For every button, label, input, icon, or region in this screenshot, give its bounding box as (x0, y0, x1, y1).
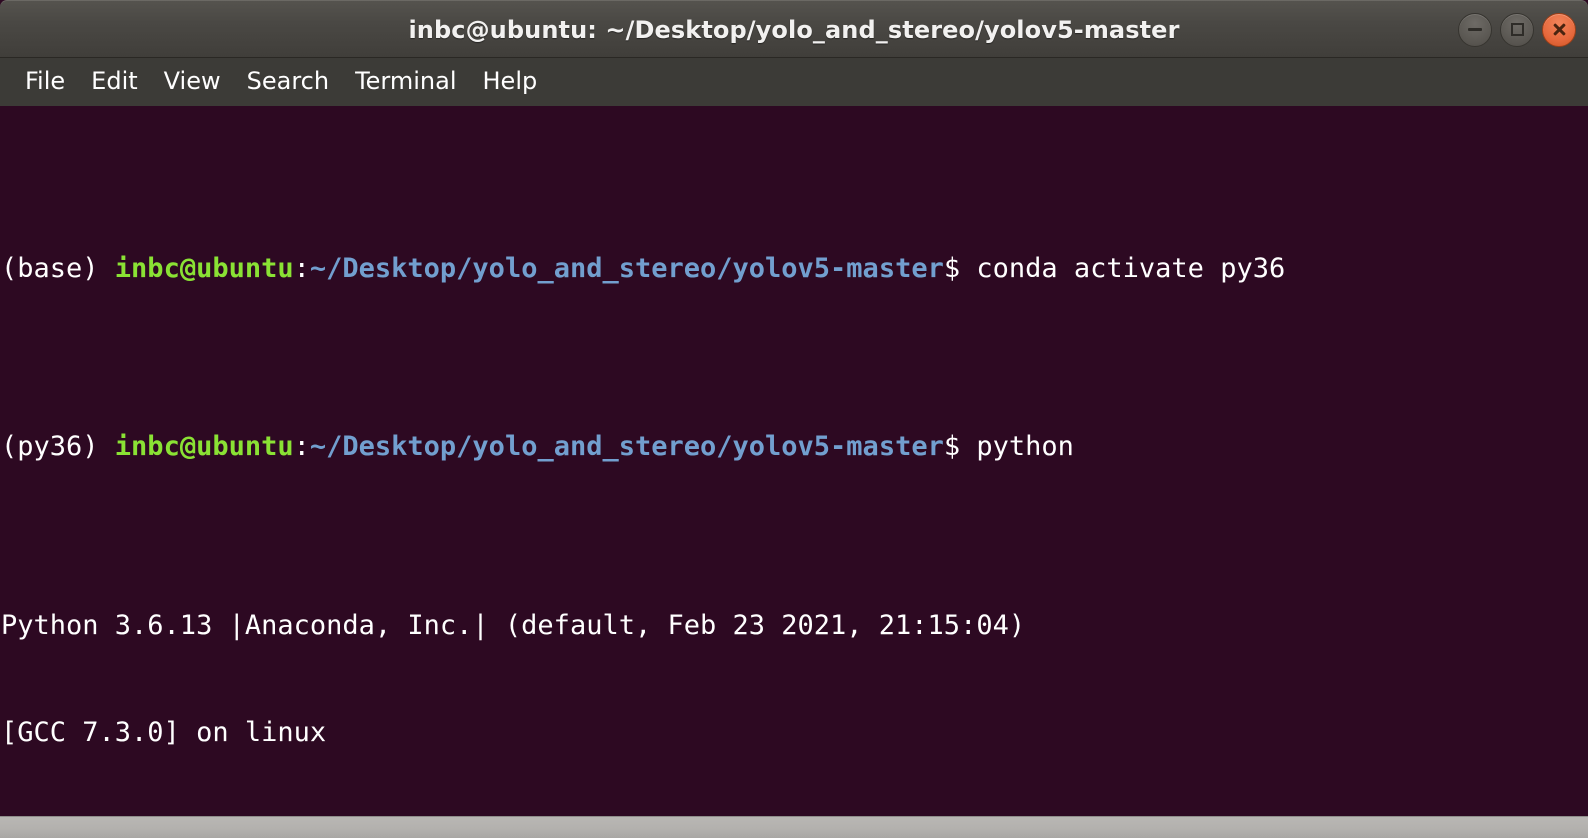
minimize-icon (1468, 28, 1482, 31)
menu-item-view[interactable]: View (151, 65, 234, 99)
maximize-icon (1510, 23, 1524, 36)
desktop-panel-strip (0, 816, 1588, 838)
terminal-window: inbc@ubuntu: ~/Desktop/yolo_and_stereo/y… (0, 0, 1588, 838)
minimize-button[interactable] (1458, 12, 1492, 47)
terminal-line-shell-prompt: (base) inbc@ubuntu:~/Desktop/yolo_and_st… (1, 251, 1588, 287)
shell-command: python (976, 431, 1074, 463)
conda-env-label: (py36) (1, 431, 115, 463)
maximize-button[interactable] (1500, 12, 1534, 47)
window-title: inbc@ubuntu: ~/Desktop/yolo_and_stereo/y… (408, 15, 1180, 44)
terminal-screen[interactable]: (base) inbc@ubuntu:~/Desktop/yolo_and_st… (0, 106, 1588, 816)
menu-item-help[interactable]: Help (470, 65, 551, 99)
menu-item-search[interactable]: Search (234, 65, 342, 99)
close-icon (1552, 22, 1567, 37)
prompt-user-host: inbc@ubuntu (114, 252, 294, 284)
terminal-line-output: Python 3.6.13 |Anaconda, Inc.| (default,… (1, 609, 1026, 641)
prompt-colon: : (293, 431, 310, 463)
conda-env-label: (base) (1, 252, 115, 284)
menu-item-file[interactable]: File (12, 65, 78, 99)
menubar: File Edit View Search Terminal Help (0, 58, 1588, 106)
terminal-text-buffer: (base) inbc@ubuntu:~/Desktop/yolo_and_st… (0, 108, 1588, 816)
menu-item-edit[interactable]: Edit (78, 65, 150, 99)
window-controls (1458, 12, 1576, 47)
terminal-line-output: [GCC 7.3.0] on linux (1, 716, 327, 748)
prompt-user-host: inbc@ubuntu (114, 431, 294, 463)
prompt-path: ~/Desktop/yolo_and_stereo/yolov5-master (309, 431, 944, 463)
close-button[interactable] (1542, 12, 1576, 47)
shell-command: conda activate py36 (976, 252, 1286, 284)
prompt-path: ~/Desktop/yolo_and_stereo/yolov5-master (309, 252, 944, 284)
prompt-sigil: $ (943, 431, 977, 463)
window-titlebar[interactable]: inbc@ubuntu: ~/Desktop/yolo_and_stereo/y… (0, 0, 1588, 58)
menu-item-terminal[interactable]: Terminal (342, 65, 469, 99)
prompt-colon: : (293, 252, 310, 284)
prompt-sigil: $ (943, 252, 977, 284)
terminal-line-shell-prompt: (py36) inbc@ubuntu:~/Desktop/yolo_and_st… (1, 429, 1588, 465)
